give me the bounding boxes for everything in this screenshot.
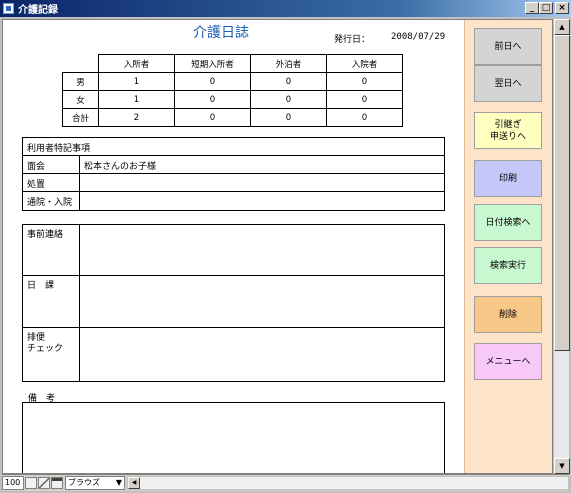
table-row: 合計 2 0 0 0 [62, 108, 403, 127]
remarks-field[interactable] [22, 402, 445, 473]
vertical-scrollbar[interactable]: ▲ ▼ [553, 19, 570, 474]
issue-date-label: 発行日： [334, 35, 371, 45]
issue-date-value[interactable]: 2008/07/29 [391, 32, 445, 42]
handover-button[interactable]: 引継ぎ 申送りへ [474, 112, 542, 149]
daily-tasks-label: 日 課 [23, 276, 80, 327]
zoom-out-icon[interactable] [25, 477, 37, 489]
status-bar: 100 ブラウズ ▼ ◀ [2, 474, 569, 491]
zoom-level[interactable]: 100 [2, 476, 24, 490]
maximize-button[interactable]: □ [539, 2, 553, 14]
notes-label: 処置 [23, 174, 80, 191]
daily-tasks-field[interactable] [80, 276, 444, 327]
mode-select[interactable]: ブラウズ ▼ [65, 476, 125, 490]
bowel-check-field[interactable] [80, 328, 444, 381]
bowel-check-row: 排便 チェック [23, 328, 444, 381]
form-title: 介護日誌 [193, 25, 249, 41]
table-cell[interactable]: 0 [174, 108, 251, 127]
daily-records-section: 事前連絡 日 課 排便 チェック [22, 224, 445, 382]
close-button[interactable]: × [555, 2, 569, 14]
bowel-check-label: 排便 チェック [23, 328, 80, 381]
scroll-up-arrow-icon[interactable]: ▲ [554, 19, 570, 35]
notes-row-hospital: 通院・入院 [23, 192, 444, 210]
horizontal-scrollbar[interactable]: ◀ [127, 476, 569, 490]
table-corner [63, 55, 99, 73]
column-header: 外泊者 [250, 54, 327, 73]
row-label: 男 [62, 72, 99, 91]
column-header: 短期入所者 [174, 54, 251, 73]
hospital-field[interactable] [80, 192, 444, 210]
advance-contact-row: 事前連絡 [23, 225, 444, 276]
special-notes-section: 利用者特記事項 面会 松本さんのお子様 処置 通院・入院 [22, 137, 445, 211]
table-cell[interactable]: 2 [98, 108, 175, 127]
resident-stats-table: 入所者 短期入所者 外泊者 入院者 男 1 0 0 0 女 1 0 0 0 合計… [62, 54, 403, 127]
notes-row-visit: 面会 松本さんのお子様 [23, 156, 444, 174]
table-cell[interactable]: 0 [174, 90, 251, 109]
layout-icon[interactable] [51, 477, 63, 489]
daily-tasks-row: 日 課 [23, 276, 444, 328]
title-bar: 介護記録 _ □ × [0, 0, 571, 17]
notes-row-treatment: 処置 [23, 174, 444, 192]
table-cell[interactable]: 0 [326, 90, 403, 109]
advance-contact-field[interactable] [80, 225, 444, 275]
scroll-thumb[interactable] [554, 35, 570, 351]
table-cell[interactable]: 0 [250, 108, 327, 127]
print-button[interactable]: 印刷 [474, 160, 542, 197]
table-cell[interactable]: 1 [98, 72, 175, 91]
table-cell[interactable]: 0 [250, 90, 327, 109]
run-search-button[interactable]: 検索実行 [474, 247, 542, 284]
table-cell[interactable]: 0 [326, 72, 403, 91]
action-panel: 前日へ 翌日へ 引継ぎ 申送りへ 印刷 日付検索へ 検索実行 削除 メニューへ [464, 20, 552, 473]
menu-button[interactable]: メニューへ [474, 343, 542, 380]
notes-header-row: 利用者特記事項 [23, 138, 444, 156]
form-area: 介護日誌 発行日： 2008/07/29 入所者 短期入所者 外泊者 入院者 男… [2, 19, 553, 474]
column-header: 入所者 [98, 54, 175, 73]
mode-label: ブラウズ [68, 478, 100, 487]
scroll-down-arrow-icon[interactable]: ▼ [554, 458, 570, 474]
minimize-button[interactable]: _ [525, 2, 539, 14]
row-label: 女 [62, 90, 99, 109]
table-cell[interactable]: 0 [250, 72, 327, 91]
pencil-icon[interactable] [38, 477, 50, 489]
notes-label: 通院・入院 [23, 192, 80, 210]
visit-field[interactable]: 松本さんのお子様 [80, 156, 444, 173]
advance-contact-label: 事前連絡 [23, 225, 80, 275]
table-cell[interactable]: 0 [174, 72, 251, 91]
app-icon [3, 3, 14, 14]
table-row: 女 1 0 0 0 [62, 90, 403, 109]
row-label: 合計 [62, 108, 99, 127]
scroll-left-arrow-icon[interactable]: ◀ [128, 477, 140, 489]
table-cell[interactable]: 0 [326, 108, 403, 127]
notes-label: 面会 [23, 156, 80, 173]
table-header-row: 入所者 短期入所者 外泊者 入院者 [63, 54, 403, 73]
prev-day-button[interactable]: 前日へ [474, 28, 542, 65]
table-cell[interactable]: 1 [98, 90, 175, 109]
window-controls: _ □ × [525, 2, 569, 14]
notes-header: 利用者特記事項 [27, 144, 91, 154]
window-title: 介護記録 [18, 5, 58, 16]
column-header: 入院者 [326, 54, 403, 73]
treatment-field[interactable] [80, 174, 444, 191]
chevron-down-icon: ▼ [115, 478, 122, 487]
table-row: 男 1 0 0 0 [62, 72, 403, 91]
next-day-button[interactable]: 翌日へ [474, 65, 542, 102]
delete-button[interactable]: 削除 [474, 296, 542, 333]
date-search-button[interactable]: 日付検索へ [474, 204, 542, 241]
